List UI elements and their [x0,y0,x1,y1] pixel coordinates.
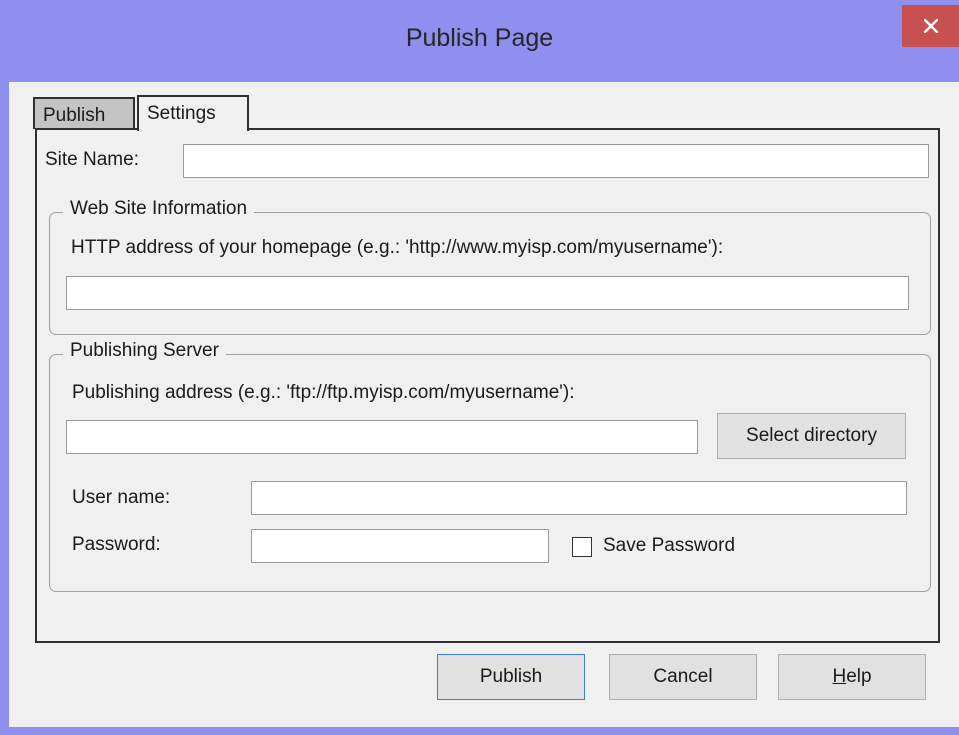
publishing-address-label: Publishing address (e.g.: 'ftp://ftp.myi… [72,382,575,403]
site-name-label: Site Name: [45,149,139,170]
http-address-input[interactable] [66,276,909,310]
select-directory-button[interactable]: Select directory [717,413,906,459]
site-name-input[interactable] [183,144,929,178]
web-site-information-group: Web Site Information HTTP address of you… [49,198,931,335]
publish-page-dialog: Publish Page Publish Settings Site Name:… [0,0,959,735]
dialog-client-area: Publish Settings Site Name: Web Site Inf… [9,82,959,727]
save-password-label[interactable]: Save Password [603,535,735,557]
publishing-address-input[interactable] [66,420,698,454]
help-button[interactable]: Help [778,654,926,700]
title-bar[interactable]: Publish Page [0,0,959,82]
cancel-button[interactable]: Cancel [609,654,757,700]
publishing-server-legend: Publishing Server [63,340,226,362]
publish-button[interactable]: Publish [437,654,585,700]
user-name-input[interactable] [251,481,907,515]
close-icon [924,19,938,33]
save-password-checkbox[interactable] [572,537,592,557]
help-label-rest: elp [846,666,872,687]
tab-settings[interactable]: Settings [137,95,249,131]
tab-publish[interactable]: Publish [33,97,135,129]
window-title: Publish Page [405,24,554,52]
user-name-label: User name: [72,487,171,508]
publishing-server-group: Publishing Server Publishing address (e.… [49,340,931,592]
help-mnemonic: H [832,666,847,687]
web-site-information-legend: Web Site Information [63,198,255,220]
password-input[interactable] [251,529,549,563]
settings-tab-panel: Site Name: Web Site Information HTTP add… [35,128,940,643]
http-address-label: HTTP address of your homepage (e.g.: 'ht… [71,237,724,258]
password-label: Password: [72,534,161,555]
close-button[interactable] [902,5,959,47]
